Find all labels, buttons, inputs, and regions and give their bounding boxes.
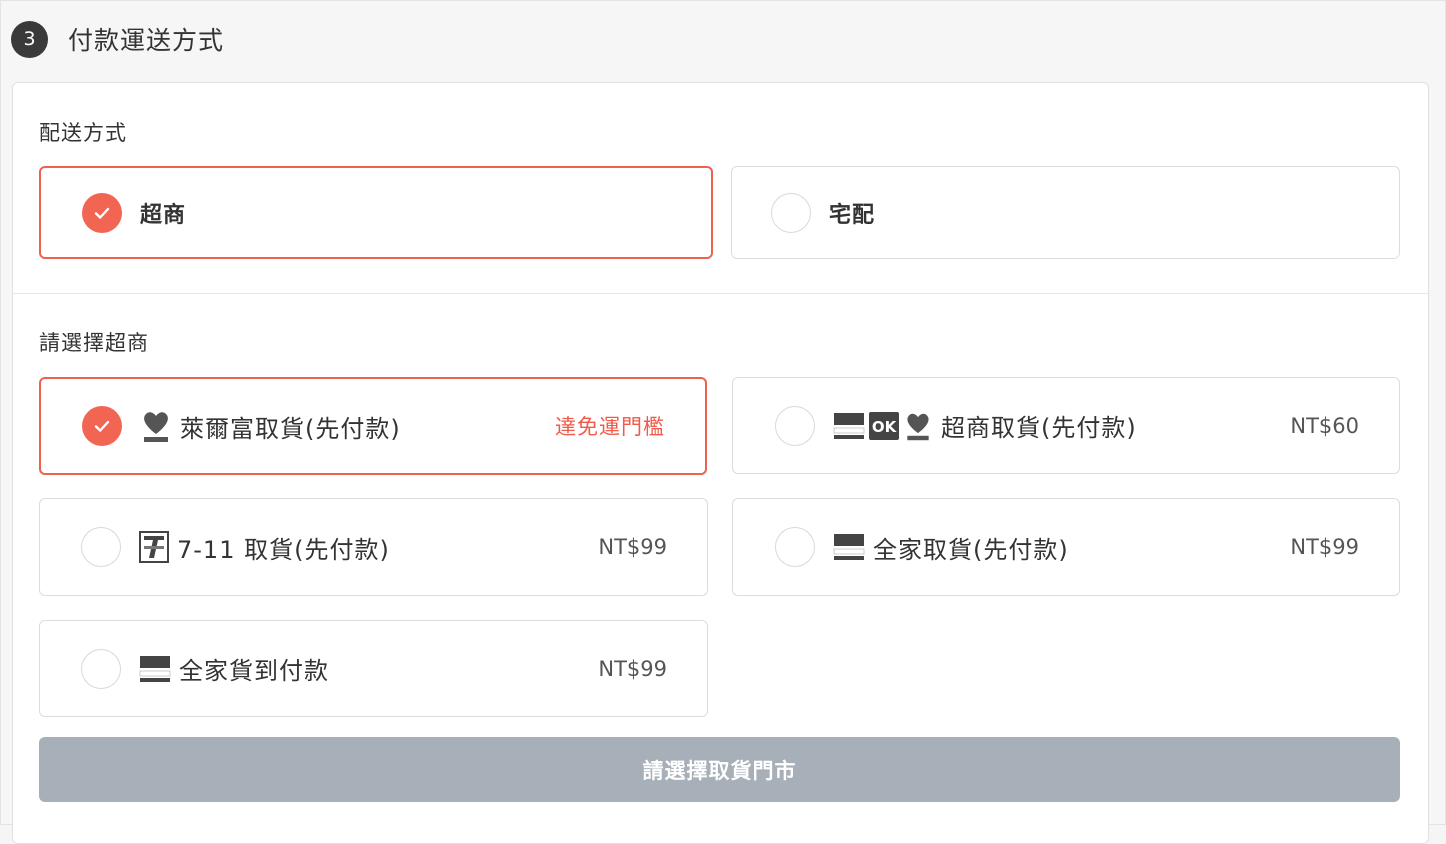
seven-eleven-logo — [139, 531, 169, 563]
svg-text:OK: OK — [872, 418, 898, 436]
check-icon — [82, 192, 122, 233]
step-number-badge: 3 — [11, 20, 48, 58]
store-option-label: 超商取貨(先付款) — [941, 414, 1137, 442]
shipping-fee: NT$99 — [1290, 535, 1359, 559]
divider — [13, 293, 1428, 294]
hilife-logo — [144, 412, 168, 442]
familymart-logo — [139, 655, 171, 682]
store-option-label: 萊爾富取貨(先付款) — [180, 414, 401, 443]
select-pickup-store-button[interactable]: 請選擇取貨門市 — [39, 737, 1400, 802]
shipping-option-label: 超商 — [140, 202, 187, 228]
store-option-multi-store[interactable]: OK 超商取貨(先付款) NT$60 — [732, 377, 1400, 474]
shipping-fee: NT$99 — [598, 656, 667, 681]
shipping-option-home-delivery[interactable]: 宅配 — [731, 166, 1400, 259]
radio-empty-icon — [771, 192, 811, 233]
section-title: 付款運送方式 — [68, 26, 225, 55]
store-option-familymart-cod[interactable]: 全家貨到付款 NT$99 — [39, 620, 708, 717]
check-icon — [82, 406, 122, 446]
free-shipping-note: 達免運門檻 — [555, 415, 665, 439]
shipping-fee: NT$60 — [1290, 413, 1359, 438]
shipping-fee: NT$99 — [598, 535, 667, 559]
shipping-option-convenience-store[interactable]: 超商 — [39, 166, 713, 259]
familymart-logo — [833, 534, 865, 560]
section-header: 3 付款運送方式 — [11, 20, 224, 58]
familymart-logo — [833, 412, 865, 439]
store-option-711[interactable]: 7-11 取貨(先付款) NT$99 — [39, 498, 708, 596]
store-option-label: 全家貨到付款 — [179, 657, 329, 685]
shipping-card: 配送方式 超商 宅配 請選擇超商 萊爾富取貨(先付款) 達免運門檻 OK 超商取… — [12, 82, 1429, 844]
radio-empty-icon — [775, 527, 815, 567]
radio-empty-icon — [81, 527, 121, 567]
radio-empty-icon — [81, 648, 121, 689]
store-option-label: 7-11 取貨(先付款) — [177, 535, 390, 564]
store-option-label: 全家取貨(先付款) — [873, 535, 1069, 564]
radio-empty-icon — [775, 405, 815, 446]
hilife-logo — [907, 413, 929, 440]
payment-shipping-section: 3 付款運送方式 配送方式 超商 宅配 請選擇超商 萊爾富取貨(先付款) 達免運… — [0, 0, 1446, 844]
shipping-option-label: 宅配 — [829, 202, 876, 228]
store-option-hilife[interactable]: 萊爾富取貨(先付款) 達免運門檻 — [39, 377, 707, 475]
shipping-method-label: 配送方式 — [39, 121, 127, 145]
store-select-label: 請選擇超商 — [39, 331, 149, 355]
ok-mart-logo: OK — [869, 411, 899, 440]
store-option-familymart[interactable]: 全家取貨(先付款) NT$99 — [732, 498, 1400, 596]
